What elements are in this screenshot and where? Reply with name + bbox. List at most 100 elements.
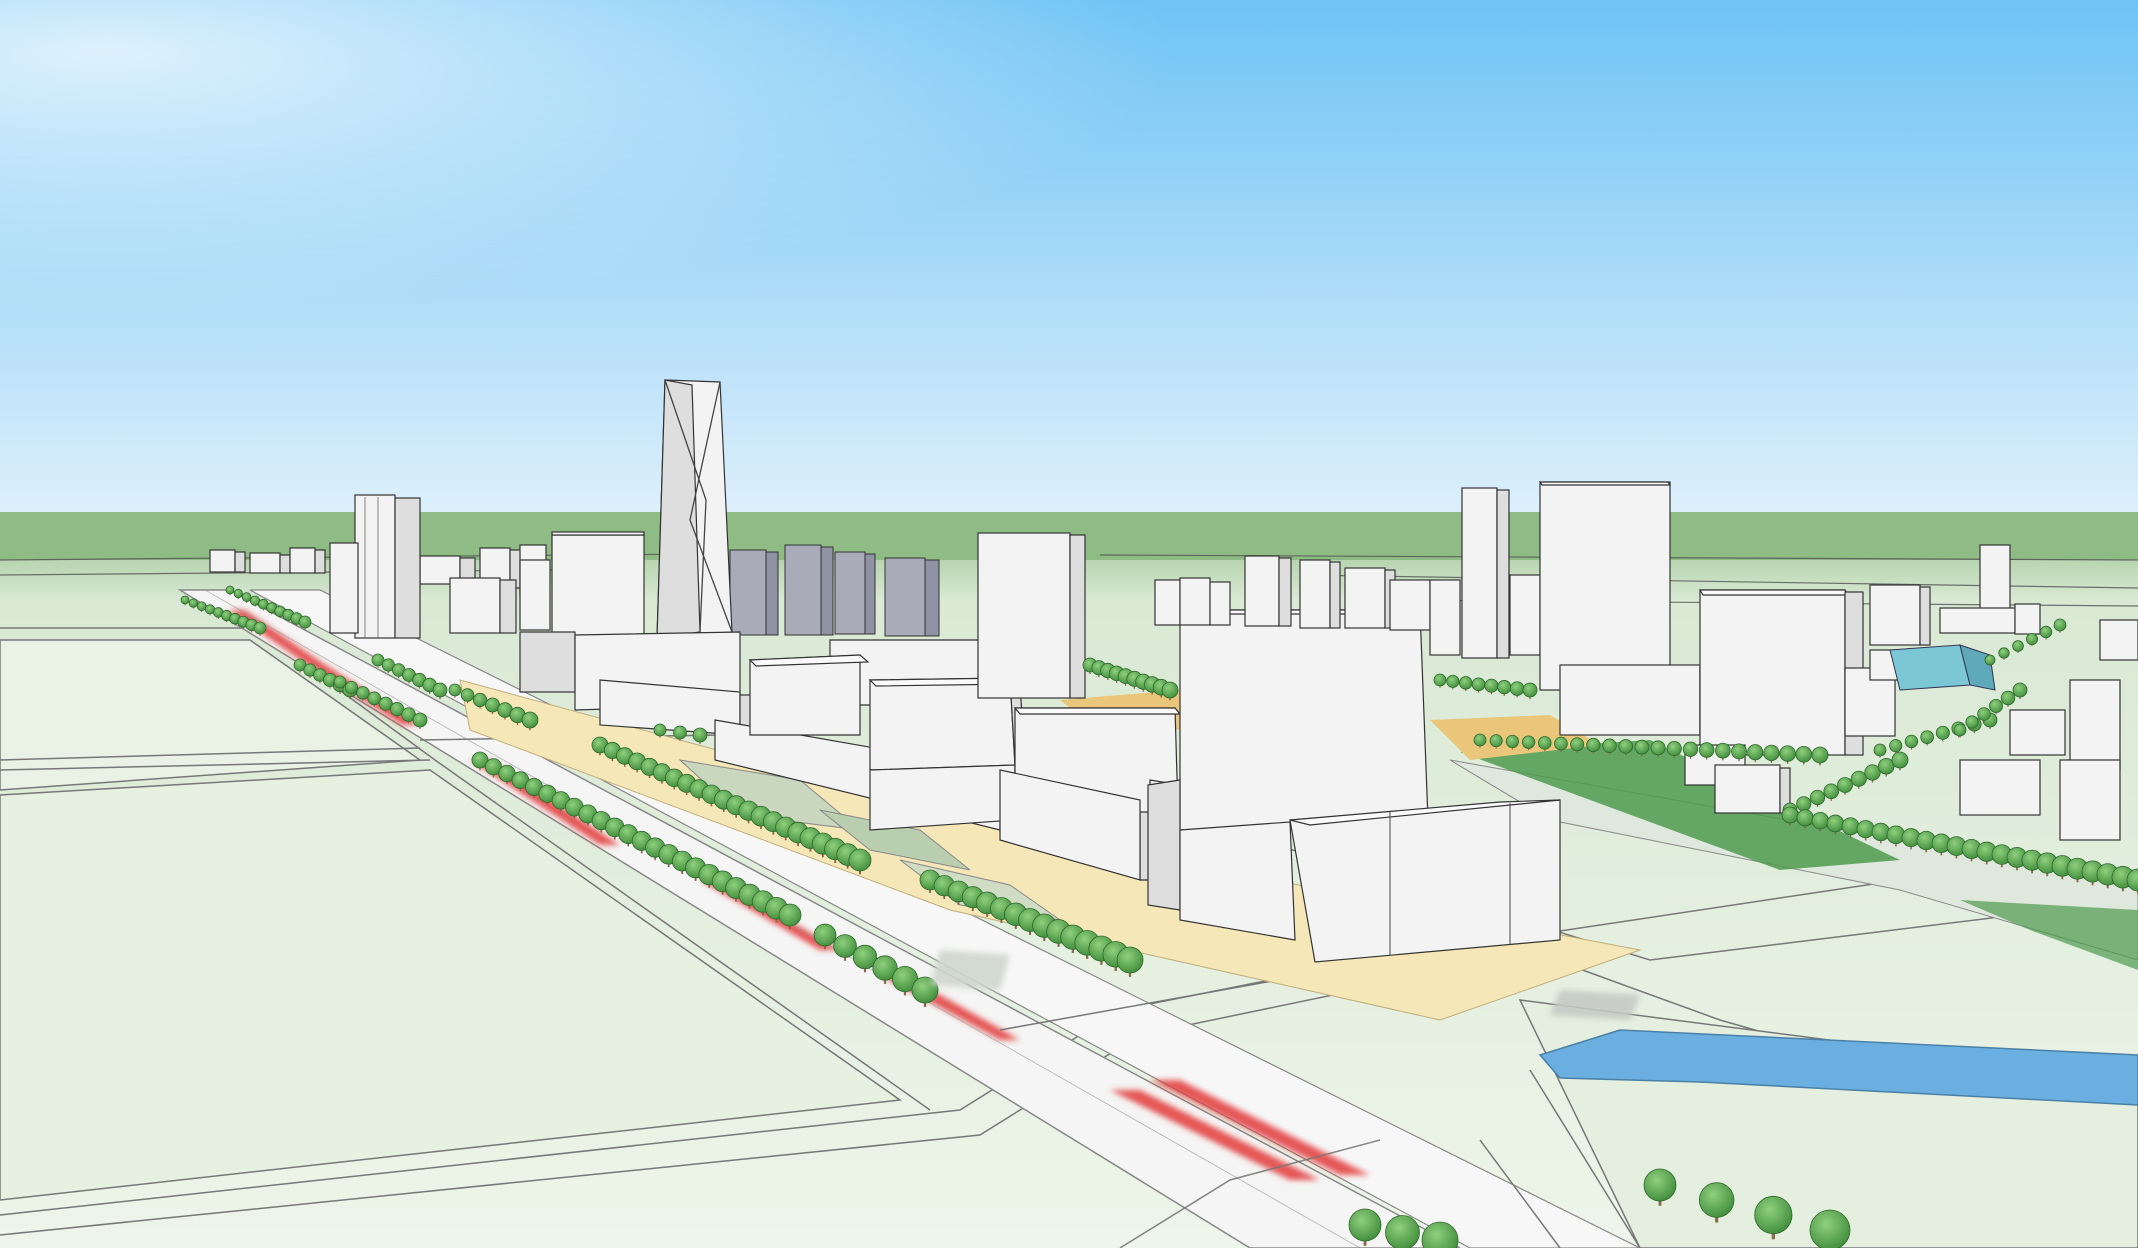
tree-canopy — [1891, 751, 1909, 769]
tree-canopy — [225, 585, 235, 595]
landmark-tower — [656, 379, 733, 639]
tree-canopy — [1116, 946, 1144, 974]
tree-canopy — [833, 934, 857, 958]
tree-canopy — [1856, 820, 1875, 839]
tree-canopy — [1521, 735, 1536, 749]
tree-canopy — [1841, 817, 1860, 836]
tree-canopy — [1795, 745, 1813, 763]
tree-canopy — [2039, 625, 2053, 639]
tree-canopy — [1779, 745, 1796, 762]
tree-canopy — [253, 621, 267, 635]
tree-canopy — [1715, 742, 1731, 759]
tree-canopy — [1682, 741, 1699, 757]
tree-canopy — [1446, 674, 1460, 688]
tree-canopy — [432, 682, 448, 698]
tree-canopy — [521, 711, 539, 729]
tree-canopy — [1935, 725, 1950, 740]
tree-canopy — [1977, 707, 1991, 721]
tree-canopy — [1484, 678, 1499, 693]
tree-canopy — [1809, 1209, 1851, 1248]
tree-canopy — [1747, 744, 1764, 761]
tree-canopy — [233, 588, 243, 599]
tree-canopy — [367, 691, 382, 706]
tree-canopy — [2012, 682, 2028, 698]
tree-canopy — [692, 727, 708, 743]
tree-canopy — [1826, 814, 1845, 833]
tree-canopy — [1161, 681, 1179, 699]
tree-canopy — [472, 692, 488, 708]
tree-canopy — [1602, 738, 1617, 753]
tree-canopy — [1650, 740, 1666, 756]
tree-canopy — [448, 683, 462, 697]
far-blue-tower-4 — [884, 557, 940, 637]
tree-canopy — [460, 688, 475, 702]
tree-canopy — [1698, 742, 1715, 758]
tree-canopy — [1811, 811, 1829, 830]
tree-canopy — [1471, 677, 1486, 692]
tree-canopy — [2053, 618, 2067, 632]
tree-canopy — [1850, 770, 1867, 787]
tree-canopy — [2012, 640, 2024, 652]
tree-canopy — [241, 592, 252, 602]
tree-canopy — [1809, 789, 1826, 806]
far-right-slab-1 — [1154, 577, 1231, 626]
tree-canopy — [1871, 822, 1890, 842]
tree-canopy — [1920, 730, 1934, 744]
far-blue-tower-3 — [834, 551, 876, 635]
tree-canopy — [1634, 739, 1650, 755]
tree-canopy — [1796, 809, 1814, 827]
tree-canopy — [1473, 733, 1487, 747]
tree-canopy — [1873, 743, 1887, 757]
tree-canopy — [1811, 746, 1829, 764]
tree-canopy — [1731, 743, 1747, 760]
tree-canopy — [1497, 680, 1512, 695]
tree-canopy — [344, 680, 358, 694]
far-block-1 — [209, 549, 246, 573]
tree-canopy — [1643, 1168, 1677, 1202]
tree-canopy — [1953, 723, 1967, 737]
tree-canopy — [1998, 647, 2010, 659]
tree-canopy — [1864, 764, 1881, 781]
tree-canopy — [848, 848, 872, 872]
tree-canopy — [180, 595, 190, 605]
tree-canopy — [196, 601, 207, 612]
tree-canopy — [1618, 739, 1633, 754]
tree-canopy — [1989, 699, 2004, 714]
mid-tower-b — [977, 532, 1086, 699]
tree-canopy — [2000, 690, 2016, 706]
tree-canopy — [1459, 676, 1473, 690]
glass-pavilion — [1889, 644, 1996, 691]
tree-canopy — [1489, 734, 1503, 748]
tree-canopy — [653, 723, 667, 737]
tree-canopy — [1904, 734, 1919, 749]
tree-canopy — [1570, 737, 1585, 752]
tree-canopy — [333, 675, 347, 689]
tree-canopy — [1348, 1208, 1382, 1242]
tree-canopy — [1586, 737, 1601, 753]
tree-canopy — [778, 903, 802, 927]
far-blue-tower-2 — [784, 544, 834, 636]
tree-canopy — [1505, 734, 1519, 749]
tree-canopy — [673, 725, 687, 740]
city-massing-scene — [0, 0, 2138, 1248]
tree-canopy — [1889, 739, 1903, 753]
tree-canopy — [1537, 736, 1552, 750]
far-blue-tower-1 — [729, 549, 779, 636]
tree-canopy — [1763, 744, 1780, 761]
urban-model-render — [0, 0, 2138, 1248]
tree-canopy — [1666, 741, 1682, 757]
tree-canopy — [1965, 715, 1979, 729]
tree-canopy — [1509, 681, 1525, 696]
sky-glow — [0, 0, 2138, 520]
tree-canopy — [1385, 1215, 1420, 1248]
tree-canopy — [813, 923, 837, 947]
tree-canopy — [1823, 783, 1840, 800]
tree-canopy — [1754, 1195, 1793, 1235]
tree-canopy — [412, 712, 428, 728]
tree-canopy — [1698, 1182, 1735, 1218]
tree-canopy — [2026, 633, 2039, 646]
tree-canopy — [1433, 673, 1447, 687]
tree-canopy — [188, 598, 198, 608]
tree-canopy — [298, 615, 312, 629]
tree-canopy — [356, 686, 370, 700]
